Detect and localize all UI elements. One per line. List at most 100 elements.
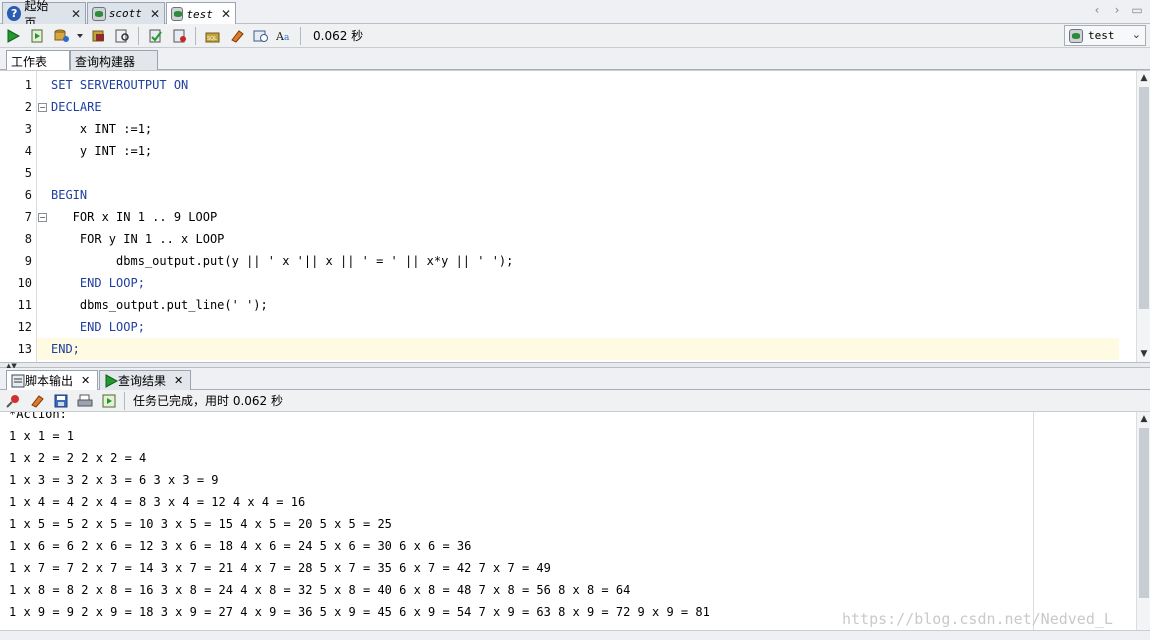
history-button[interactable] [250,25,272,47]
scroll-thumb[interactable] [1139,87,1149,309]
line-number: 11 [17,298,32,312]
tab-worksheet[interactable]: 工作表 [6,50,70,70]
line-number: 3 [24,122,32,136]
output-scrollbar[interactable]: ▲ [1136,412,1150,630]
close-icon[interactable]: ✕ [150,7,160,21]
output-toolbar: 任务已完成，用时 0.062 秒 [0,390,1150,412]
output-line: *Action: [9,412,67,421]
close-icon[interactable]: ✕ [81,374,90,387]
script-output-area[interactable]: *Action: 1 x 1 = 1 1 x 2 = 2 2 x 2 = 4 1… [0,412,1150,630]
format-button[interactable]: Aa [274,25,296,47]
scroll-down-icon[interactable]: ▼ [1137,347,1150,361]
tab-test[interactable]: test ✕ [166,2,236,25]
code-line: END LOOP; [37,272,1119,294]
code-area[interactable]: SET SERVEROUTPUT ON DECLARE x INT :=1; y… [36,71,1119,363]
close-icon[interactable]: ✕ [221,7,231,21]
rollback-button[interactable] [169,25,191,47]
code-line-text: DECLARE [51,100,102,114]
code-line-text: FOR x IN 1 .. 9 LOOP [51,210,218,224]
sql-tuning-icon: SQL [205,32,220,42]
connection-select[interactable]: test ⌄ [1064,25,1146,46]
dropdown-arrow[interactable] [74,25,86,47]
commit-transaction-button[interactable] [145,25,167,47]
code-line: x INT :=1; [37,118,1119,140]
chevron-right-icon[interactable]: › [1110,3,1124,17]
code-line-text: FOR y IN 1 .. x LOOP [51,232,225,246]
run-script-button[interactable] [26,25,48,47]
run-statement-button[interactable] [2,25,24,47]
status-bar [0,630,1150,640]
eraser-icon [231,29,244,43]
code-line: DECLARE [37,96,1119,118]
svg-text:SQL: SQL [207,36,217,42]
sql-tuning-button[interactable]: SQL [202,25,224,47]
code-line-text: END LOOP; [51,276,145,290]
restore-window-icon[interactable]: ▭ [1130,3,1144,17]
save-output-button[interactable] [50,390,72,412]
line-number: 1 [24,78,32,92]
clear-button[interactable] [226,25,248,47]
chevron-down-icon: ⌄ [1131,28,1141,41]
code-line-text: END; [51,342,80,356]
task-status: 任务已完成，用时 0.062 秒 [133,394,283,408]
elapsed-time: 0.062 秒 [313,29,364,43]
tab-label: 查询结果 [118,374,167,388]
tab-query-result[interactable]: 查询结果 ✕ [99,370,191,390]
clear-output-button[interactable] [26,390,48,412]
tab-script-output[interactable]: 脚本输出 ✕ [6,370,98,390]
sql-history-icon [253,30,268,42]
tab-scott[interactable]: scott ✕ [87,2,165,24]
code-line: FOR y IN 1 .. x LOOP [37,228,1119,250]
commit-icon [149,29,162,42]
line-number: 7 [24,210,32,224]
scroll-up-icon[interactable]: ▲ [1137,71,1150,85]
pin-icon [6,394,19,408]
code-line: END LOOP; [37,316,1119,338]
print-button[interactable] [74,390,96,412]
worksheet-toolbar: SQL Aa 0.062 秒 test ⌄ [0,24,1150,48]
code-line: dbms_output.put_line(' '); [37,294,1119,316]
format-text-icon: Aa [276,30,290,43]
close-icon[interactable]: ✕ [71,7,81,21]
code-line: dbms_output.put(y || ' x '|| x || ' = ' … [37,250,1119,272]
document-tab-bar: ? 起始页 ✕ scott ✕ test ✕ ‹ › ▭ [0,0,1150,30]
code-line-text: BEGIN [51,188,88,202]
print-icon [77,394,93,406]
explain-plan-icon [92,30,104,41]
code-line-text: x INT :=1; [51,122,153,136]
line-number: 5 [24,166,32,180]
autotrace-icon [115,29,129,42]
output-line: 1 x 1 = 1 [9,429,75,443]
explain-plan-button[interactable] [88,25,110,47]
eraser-icon [31,394,44,408]
editor-scrollbar[interactable]: ▲ ▼ [1136,71,1150,363]
line-number: 9 [24,254,32,268]
code-line-text: y INT :=1; [51,144,153,158]
line-number: 6 [24,188,32,202]
autotrace-button[interactable] [112,25,134,47]
tab-query-builder[interactable]: 查询构建器 [70,50,158,70]
sql-worksheet-icon [92,6,106,21]
scroll-thumb[interactable] [1139,428,1149,598]
chevron-left-icon[interactable]: ‹ [1090,3,1104,17]
code-line: BEGIN [37,184,1119,206]
pin-button[interactable] [2,390,24,412]
code-line-current: END; [37,338,1119,360]
chevron-down-icon [77,33,83,38]
output-line: 1 x 6 = 6 2 x 6 = 12 3 x 6 = 18 4 x 6 = … [9,539,472,553]
output-line: 1 x 7 = 7 2 x 7 = 14 3 x 7 = 21 4 x 7 = … [9,561,551,575]
commit-button[interactable] [50,25,72,47]
open-in-editor-button[interactable] [98,390,120,412]
toolbar-separator [300,26,301,45]
sql-worksheet-icon [171,7,184,21]
code-line-text: SET SERVEROUTPUT ON [51,78,189,92]
line-number: 10 [17,276,32,290]
output-tab-bar: 脚本输出 ✕ 查询结果 ✕ [0,368,1150,390]
scroll-up-icon[interactable]: ▲ [1137,412,1150,426]
close-icon[interactable]: ✕ [174,374,183,387]
code-line: FOR x IN 1 .. 9 LOOP [37,206,1119,228]
tab-start-page[interactable]: ? 起始页 ✕ [2,0,86,30]
save-icon [54,394,68,407]
sql-editor[interactable]: 1 2 3 4 5 6 7 8 9 10 11 12 13 − − SET SE… [0,70,1150,363]
